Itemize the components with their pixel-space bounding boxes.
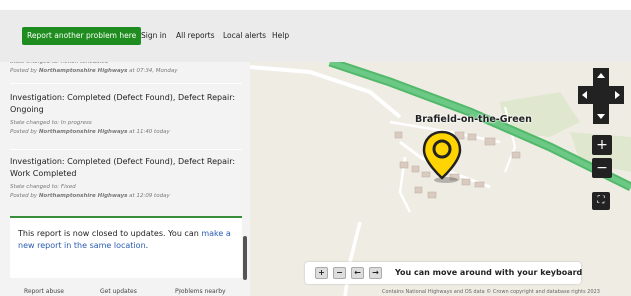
place-label: Brafield-on-the-Green (415, 114, 532, 125)
nav-local-alerts[interactable]: Local alerts (223, 27, 266, 45)
sidebar-scrollbar[interactable] (243, 236, 247, 280)
header-bar: Report another problem here Sign in All … (0, 10, 631, 62)
pan-control[interactable] (578, 68, 624, 124)
divider (10, 149, 242, 150)
map-pin-icon[interactable] (422, 130, 462, 186)
update-title: Investigation: Completed (Defect Found),… (10, 93, 236, 114)
update-state: State changed to: Fixed (10, 184, 76, 190)
report-another-problem-button[interactable]: Report another problem here (22, 27, 142, 45)
chevron-right-icon: ❯ (177, 288, 183, 295)
zoom-in-button[interactable]: + (592, 135, 612, 155)
map[interactable]: Brafield-on-the-Green + − ⛶ + − ← → You … (250, 62, 631, 296)
rss-icon: ⌁ (102, 288, 106, 295)
key-right: → (369, 267, 382, 279)
update-item: Investigation: Completed (Defect Found),… (10, 156, 242, 201)
warning-icon: ⚠ (26, 288, 32, 295)
report-sidebar: State changed to: Action scheduled Poste… (0, 62, 250, 296)
closed-notice: This report is now closed to updates. Yo… (10, 216, 242, 278)
update-item: State changed to: Action scheduled Poste… (10, 62, 242, 76)
key-minus: − (333, 267, 346, 279)
keyboard-hint-text: You can move around with your keyboard (395, 268, 583, 277)
update-posted: Posted by Northamptonshire Highways at 1… (10, 193, 170, 199)
nav-sign-in[interactable]: Sign in (141, 27, 167, 45)
update-posted: Posted by Northamptonshire Highways at 0… (10, 68, 178, 74)
update-state: State changed to: In progress (10, 120, 92, 126)
update-title: Investigation: Completed (Defect Found),… (10, 157, 236, 178)
update-posted: Posted by Northamptonshire Highways at 1… (10, 129, 170, 135)
update-item: Investigation: Completed (Defect Found),… (10, 92, 242, 137)
closed-notice-end: . (145, 241, 149, 250)
closed-notice-text: This report is now closed to updates. Yo… (18, 229, 202, 238)
divider (10, 83, 242, 84)
key-left: ← (351, 267, 364, 279)
nav-all-reports[interactable]: All reports (176, 27, 215, 45)
layers-icon[interactable]: ⛶ (592, 192, 610, 210)
nav-help[interactable]: Help (272, 27, 289, 45)
key-plus: + (315, 267, 328, 279)
zoom-out-button[interactable]: − (592, 158, 612, 178)
keyboard-hint: + − ← → You can move around with your ke… (305, 262, 583, 284)
top-strip (0, 0, 631, 10)
map-attribution: Contains National Highways and OS data ©… (382, 289, 600, 295)
